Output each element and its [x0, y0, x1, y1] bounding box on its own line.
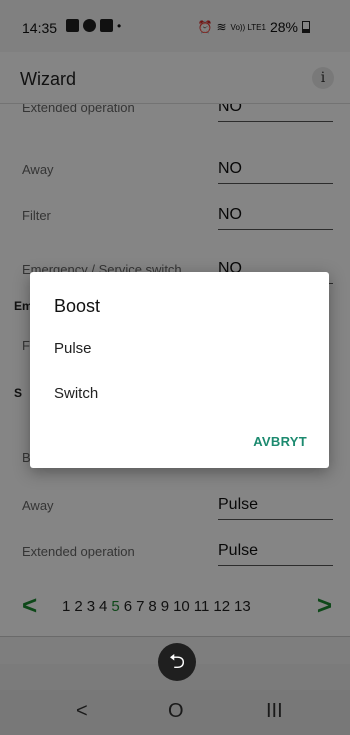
dialog-option-pulse[interactable]: Pulse	[54, 340, 92, 357]
dialog-title: Boost	[54, 296, 101, 316]
cancel-button[interactable]: AVBRYT	[253, 434, 307, 449]
undo-arrow-icon[interactable]: ⮌	[158, 643, 196, 681]
dialog-option-switch[interactable]: Switch	[54, 385, 98, 402]
boost-dialog: Boost Pulse Switch AVBRYT	[30, 272, 329, 468]
